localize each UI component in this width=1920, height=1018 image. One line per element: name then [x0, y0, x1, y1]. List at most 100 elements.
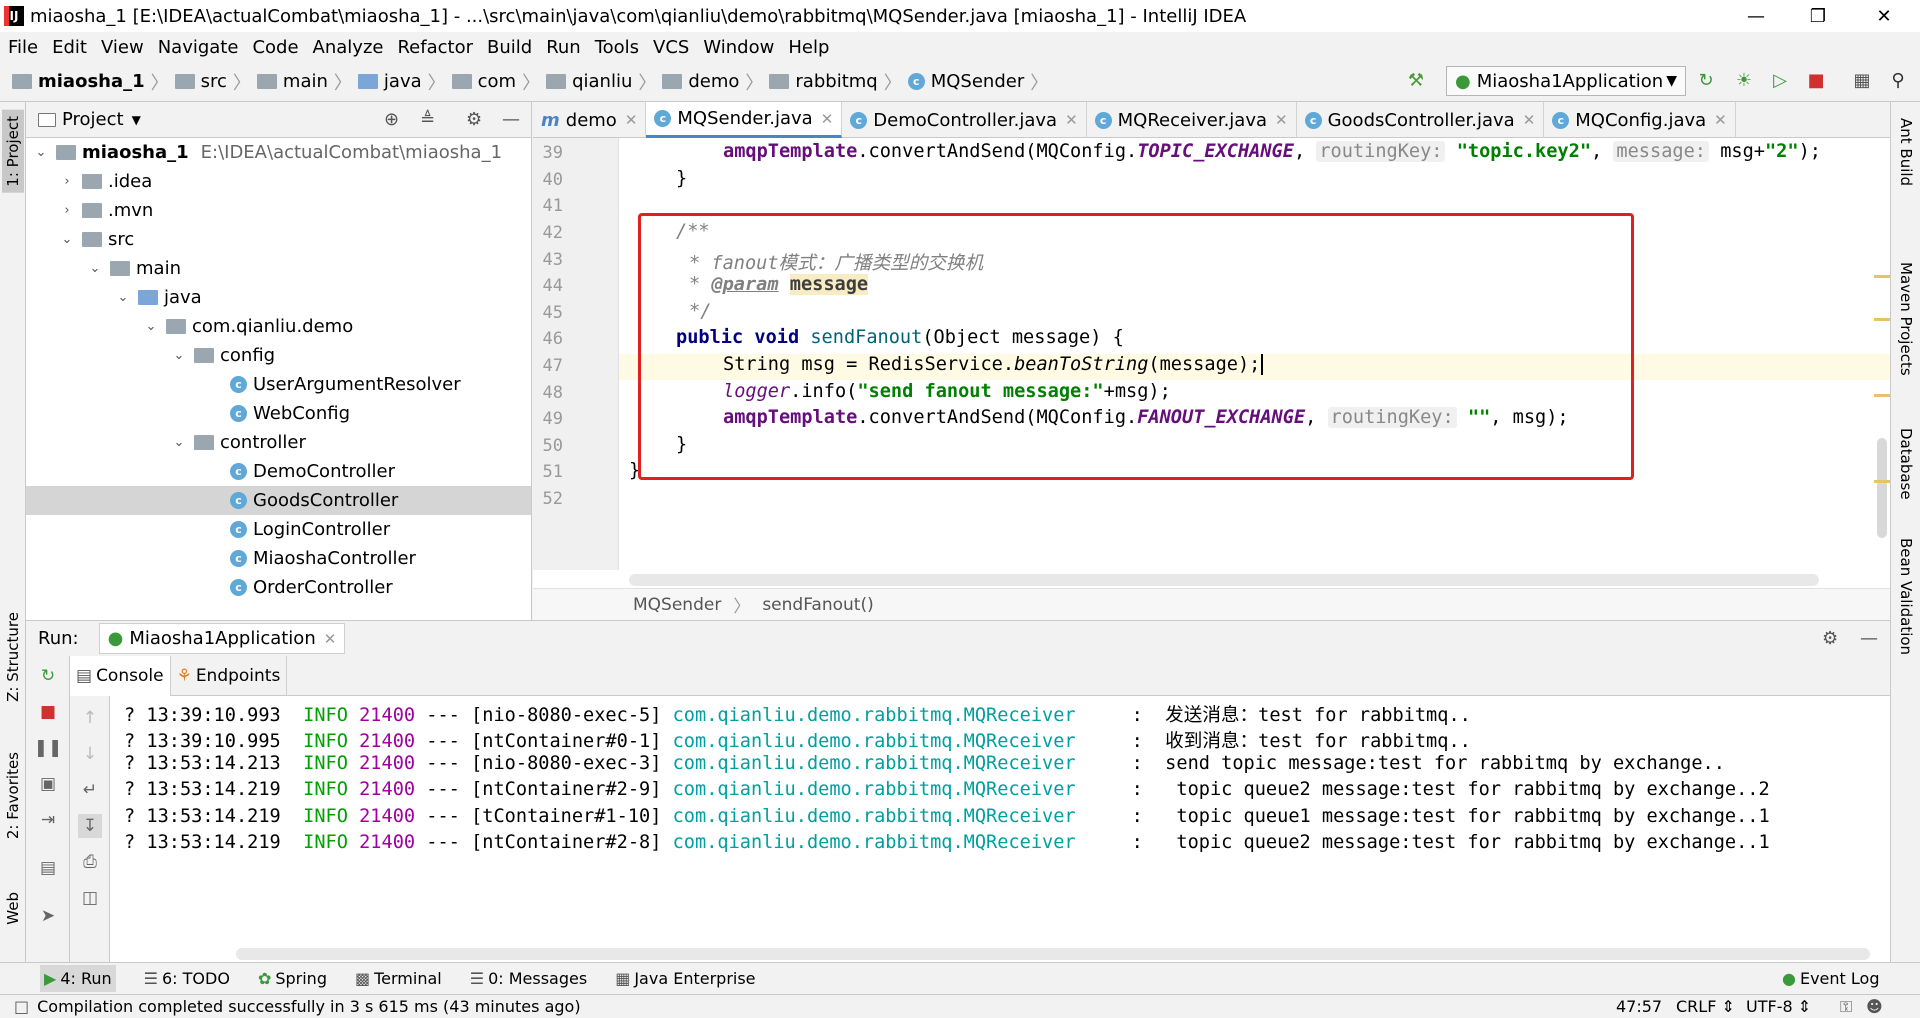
- coverage-icon[interactable]: ▷: [1766, 66, 1794, 94]
- tree-item-logincontroller[interactable]: c LoginController: [26, 515, 531, 544]
- restore-button[interactable]: ❐: [1790, 0, 1846, 32]
- breadcrumb-src[interactable]: src 〉: [174, 69, 251, 95]
- project-view-label[interactable]: Project: [62, 109, 124, 130]
- tree-item-democontroller[interactable]: c DemoController: [26, 457, 531, 486]
- close-button[interactable]: ✕: [1856, 0, 1912, 32]
- hide-icon[interactable]: —: [1860, 628, 1878, 649]
- menu-code[interactable]: Code: [252, 37, 298, 58]
- tab-demo[interactable]: m demo ✕: [533, 102, 647, 138]
- tool-tab-database[interactable]: Database: [1897, 428, 1915, 500]
- arrow-up-icon[interactable]: ↑: [78, 706, 102, 730]
- line-separator[interactable]: CRLF ⇕: [1676, 997, 1735, 1016]
- tree-item-mvn[interactable]: › .mvn: [26, 196, 531, 225]
- file-encoding[interactable]: UTF-8 ⇕: [1746, 997, 1811, 1016]
- locate-icon[interactable]: ⊕: [384, 109, 399, 130]
- tree-item-src[interactable]: ⌄ src: [26, 225, 531, 254]
- tree-item-webconfig[interactable]: c WebConfig: [26, 399, 531, 428]
- menu-help[interactable]: Help: [788, 37, 829, 58]
- breadcrumb-rabbitmq[interactable]: rabbitmq 〉: [769, 69, 902, 95]
- rerun-icon[interactable]: ↻: [36, 664, 60, 688]
- tool-tab-bean-validation[interactable]: Bean Validation: [1897, 538, 1915, 655]
- stop-icon[interactable]: ■: [36, 700, 60, 724]
- chevron-down-icon[interactable]: ▼: [132, 113, 141, 127]
- search-icon[interactable]: ⚲: [1884, 66, 1912, 94]
- tree-item-userargumentresolver[interactable]: c UserArgumentResolver: [26, 370, 531, 399]
- run-tab-app[interactable]: ● Miaosha1Application ✕: [98, 623, 346, 654]
- menu-navigate[interactable]: Navigate: [158, 37, 239, 58]
- soft-wrap-icon[interactable]: ↵: [78, 778, 102, 802]
- breadcrumb-main[interactable]: main 〉: [256, 69, 352, 95]
- breadcrumb-mqsender[interactable]: c MQSender 〉: [907, 69, 1048, 95]
- menu-window[interactable]: Window: [703, 37, 774, 58]
- tree-item-goodscontroller[interactable]: c GoodsController: [26, 486, 531, 515]
- menu-analyze[interactable]: Analyze: [313, 37, 384, 58]
- pin-icon[interactable]: ➤: [36, 904, 60, 928]
- menu-refactor[interactable]: Refactor: [397, 37, 473, 58]
- menu-edit[interactable]: Edit: [52, 37, 87, 58]
- tool-tab-favorites[interactable]: 2: Favorites: [4, 752, 22, 839]
- menu-run[interactable]: Run: [546, 37, 581, 58]
- tool-tab-structure[interactable]: Z: Structure: [4, 612, 22, 702]
- breadcrumb-class[interactable]: MQSender: [633, 595, 721, 615]
- tool-tab-todo[interactable]: ☰ 6: TODO: [144, 969, 230, 988]
- tool-tab-messages[interactable]: ☰ 0: Messages: [470, 969, 587, 988]
- lock-icon[interactable]: ⚿: [1840, 997, 1852, 1017]
- close-tab-icon[interactable]: ✕: [1714, 111, 1727, 129]
- tab-mqsender[interactable]: c MQSender.java ✕: [646, 102, 843, 138]
- tool-tab-ant-build[interactable]: Ant Build: [1897, 118, 1915, 186]
- tool-tab-event-log[interactable]: ● Event Log: [1782, 969, 1879, 988]
- tool-tab-web[interactable]: Web: [4, 892, 22, 925]
- camera-icon[interactable]: ▣: [36, 772, 60, 796]
- tree-item-main[interactable]: ⌄ main: [26, 254, 531, 283]
- close-tab-icon[interactable]: ✕: [1065, 111, 1078, 129]
- trash-icon[interactable]: ◫: [78, 886, 102, 910]
- menu-build[interactable]: Build: [487, 37, 532, 58]
- tool-tab-spring[interactable]: ✿ Spring: [258, 969, 327, 988]
- debug-icon[interactable]: ☀: [1730, 66, 1758, 94]
- build-hammer-icon[interactable]: ⚒: [1402, 66, 1430, 94]
- tree-item-ordercontroller[interactable]: c OrderController: [26, 573, 531, 602]
- tree-item-java[interactable]: ⌄ java: [26, 283, 531, 312]
- tab-mqconfig[interactable]: c MQConfig.java ✕: [1544, 102, 1736, 138]
- breadcrumb-com[interactable]: com 〉: [451, 69, 540, 95]
- arrow-down-icon[interactable]: ↓: [78, 742, 102, 766]
- close-tab-icon[interactable]: ✕: [1275, 111, 1288, 129]
- breadcrumb-method[interactable]: sendFanout(): [762, 595, 873, 615]
- tree-item-root[interactable]: ⌄ miaosha_1 E:\IDEA\actualCombat\miaosha_…: [26, 138, 531, 167]
- error-stripe-mark[interactable]: [1874, 318, 1890, 321]
- editor-horizontal-scrollbar[interactable]: [629, 574, 1819, 586]
- close-tab-icon[interactable]: ✕: [625, 111, 638, 129]
- tool-tab-maven-projects[interactable]: Maven Projects: [1897, 262, 1915, 376]
- close-tab-icon[interactable]: ✕: [821, 110, 834, 128]
- tab-goodscontroller[interactable]: c GoodsController.java ✕: [1297, 102, 1545, 138]
- error-stripe-mark[interactable]: [1874, 275, 1890, 278]
- breadcrumb-qianliu[interactable]: qianliu 〉: [546, 69, 656, 95]
- console-output[interactable]: ? 13:39:10.993 INFO 21400 --- [nio-8080-…: [110, 696, 1890, 962]
- error-stripe-mark[interactable]: [1874, 394, 1890, 397]
- pause-icon[interactable]: ❚❚: [34, 736, 63, 760]
- tab-endpoints[interactable]: ⚘ Endpoints: [171, 655, 288, 696]
- tool-tab-terminal[interactable]: ▩ Terminal: [355, 969, 442, 988]
- breadcrumb-demo[interactable]: demo 〉: [662, 69, 763, 95]
- gear-icon[interactable]: ⚙: [1822, 628, 1838, 649]
- project-structure-icon[interactable]: ▦: [1848, 66, 1876, 94]
- tree-item-idea[interactable]: › .idea: [26, 167, 531, 196]
- collapse-all-icon[interactable]: ≜: [420, 109, 435, 130]
- tab-democontroller[interactable]: c DemoController.java ✕: [842, 102, 1087, 138]
- close-tab-icon[interactable]: ✕: [324, 630, 337, 648]
- rerun-icon[interactable]: ↻: [1692, 66, 1720, 94]
- exit-icon[interactable]: ⇥: [36, 808, 60, 832]
- tree-item-config[interactable]: ⌄ config: [26, 341, 531, 370]
- tool-tab-java-enterprise[interactable]: ▦ Java Enterprise: [615, 969, 755, 988]
- tree-item-controller[interactable]: ⌄ controller: [26, 428, 531, 457]
- tree-item-package-demo[interactable]: ⌄ com.qianliu.demo: [26, 312, 531, 341]
- editor-vertical-scrollbar[interactable]: [1877, 438, 1887, 538]
- scroll-to-end-icon[interactable]: ↧: [78, 814, 102, 838]
- console-horizontal-scrollbar[interactable]: [236, 948, 1870, 960]
- gear-icon[interactable]: ⚙: [466, 109, 482, 130]
- close-tab-icon[interactable]: ✕: [1523, 111, 1536, 129]
- tab-mqreceiver[interactable]: c MQReceiver.java ✕: [1087, 102, 1297, 138]
- menu-vcs[interactable]: VCS: [653, 37, 689, 58]
- hector-icon[interactable]: ☻: [1866, 997, 1883, 1016]
- menu-file[interactable]: File: [8, 37, 38, 58]
